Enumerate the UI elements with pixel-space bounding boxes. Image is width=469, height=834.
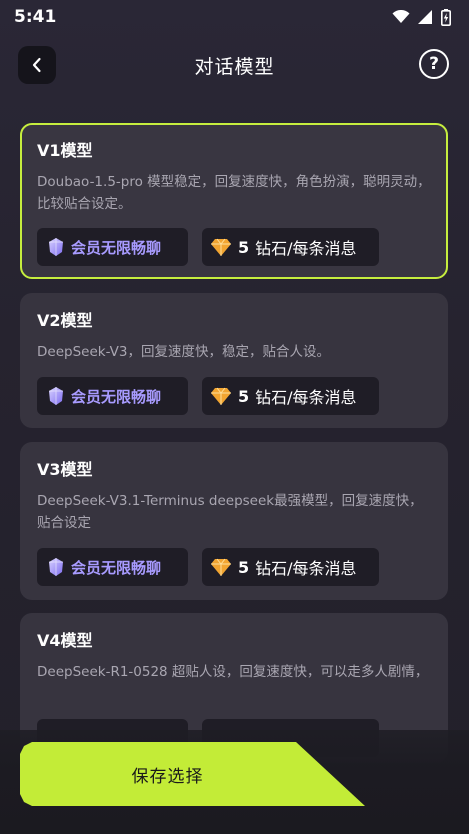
model-description: DeepSeek-V3，回复速度快，稳定，贴合人设。 — [37, 344, 330, 360]
crystal-icon — [49, 238, 63, 256]
cost-unit: 钻石/每条消息 — [255, 239, 357, 258]
status-icons — [392, 8, 451, 26]
diamond-icon — [211, 558, 231, 576]
crystal-icon — [49, 387, 63, 405]
signal-icon — [418, 10, 432, 24]
model-badges: 会员无限畅聊 5 钻石/每条消息 — [37, 377, 379, 415]
model-title: V4模型 — [37, 631, 93, 650]
model-description: DeepSeek-V3.1-Terminus deepseek最强模型，回复速度… — [37, 493, 423, 531]
model-badges: 会员无限畅聊 5 钻石/每条消息 — [37, 228, 379, 266]
vip-badge: 会员无限畅聊 — [37, 228, 188, 266]
cost-badge: 5 钻石/每条消息 — [202, 548, 379, 586]
cost-amount: 5 — [238, 557, 250, 577]
model-description: DeepSeek-R1-0528 超贴人设，回复速度快，可以走多人剧情， — [37, 664, 429, 680]
vip-label: 会员无限畅聊 — [71, 238, 162, 257]
model-title: V3模型 — [37, 460, 93, 479]
vip-label: 会员无限畅聊 — [71, 558, 162, 577]
model-title: V2模型 — [37, 311, 93, 330]
model-card-v2[interactable]: V2模型 DeepSeek-V3，回复速度快，稳定，贴合人设。 会员无限畅聊 5… — [20, 293, 448, 428]
diamond-icon — [211, 238, 231, 256]
model-badges: 会员无限畅聊 5 钻石/每条消息 — [37, 548, 379, 586]
vip-label: 会员无限畅聊 — [71, 387, 162, 406]
diamond-icon — [211, 387, 231, 405]
status-time: 5:41 — [14, 7, 57, 27]
page-title: 对话模型 — [194, 56, 275, 78]
battery-icon — [441, 8, 451, 26]
model-title: V1模型 — [37, 141, 93, 160]
cost-amount: 5 — [238, 237, 250, 257]
cost-unit: 钻石/每条消息 — [255, 388, 357, 407]
model-description: Doubao-1.5-pro 模型稳定，回复速度快，角色扮演，聪明灵动，比较贴合… — [37, 174, 431, 212]
model-card-v1[interactable]: V1模型 Doubao-1.5-pro 模型稳定，回复速度快，角色扮演，聪明灵动… — [20, 123, 448, 279]
model-card-v3[interactable]: V3模型 DeepSeek-V3.1-Terminus deepseek最强模型… — [20, 442, 448, 600]
cost-amount: 5 — [238, 386, 250, 406]
status-bar: 5:41 — [0, 0, 469, 34]
wifi-icon — [392, 10, 410, 23]
cost-badge: 5 钻石/每条消息 — [202, 228, 379, 266]
crystal-icon — [49, 558, 63, 576]
vip-badge: 会员无限畅聊 — [37, 548, 188, 586]
vip-badge: 会员无限畅聊 — [37, 377, 188, 415]
help-button[interactable]: ? — [419, 49, 449, 79]
header: 对话模型 ? — [0, 44, 469, 84]
cost-unit: 钻石/每条消息 — [255, 559, 357, 578]
save-label: 保存选择 — [131, 766, 204, 787]
cost-badge: 5 钻石/每条消息 — [202, 377, 379, 415]
